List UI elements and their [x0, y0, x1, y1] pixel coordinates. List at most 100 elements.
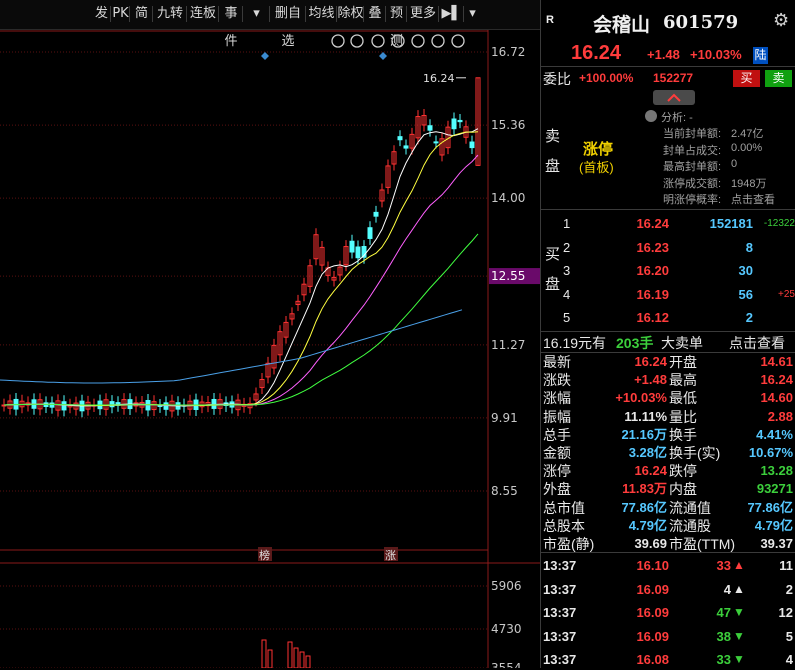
tb-dropdown[interactable]: ▾: [464, 0, 481, 28]
bid-level: 5: [563, 310, 571, 325]
limit-row-value: 0: [731, 158, 738, 170]
tb-jiuzhuan[interactable]: 九转: [153, 0, 187, 28]
tick-volume: 33: [716, 652, 731, 667]
candle-down: [433, 141, 439, 144]
tick-price: 16.09: [636, 605, 669, 620]
sell-side-label: 卖盘: [545, 128, 561, 175]
stat-value: 14.60: [760, 390, 793, 406]
tick-price: 16.10: [636, 558, 669, 573]
limit-row-value: 2.47亿: [731, 128, 764, 140]
bid-row[interactable]: 3 16.20 30: [541, 260, 795, 281]
stat-value: +1.48: [634, 372, 667, 388]
tb-delete-fav[interactable]: 删自选: [270, 0, 306, 49]
play-icon[interactable]: [371, 34, 385, 48]
price-tick-label: 14.00: [491, 191, 525, 205]
tb-overlay[interactable]: 叠: [364, 0, 386, 28]
stat-value: 93271: [756, 481, 793, 497]
volume-bar: [287, 641, 293, 668]
tb-more[interactable]: 更多: [407, 0, 439, 28]
bid-row[interactable]: 4 16.19 56 +25: [541, 284, 795, 305]
volume-bar: [293, 647, 299, 668]
bid-volume: 2: [745, 310, 753, 325]
quote-panel: R 会稽山 601579 ⚙ 16.24 +1.48 +10.03% 陆 委比 …: [540, 0, 795, 668]
stat-key: 市盈(静): [543, 536, 595, 552]
tick-price: 16.09: [636, 628, 669, 644]
bid-change: -12322: [763, 218, 795, 229]
eye-icon[interactable]: [331, 34, 345, 48]
stat-value: 14.61: [760, 354, 793, 369]
stat-value: 39.37: [760, 536, 793, 551]
bid-row[interactable]: 1 16.24 152181 -12322: [541, 213, 795, 234]
gear-icon[interactable]: ⚙: [773, 10, 789, 31]
plus-icon[interactable]: [431, 34, 445, 48]
stat-value: 11.83万: [622, 481, 667, 497]
bid-level: 3: [563, 263, 571, 278]
kline-chart[interactable]: 16.72 15.36 14.00 12.55 11.27 9.91 8.55 5906 473…: [0, 30, 540, 668]
ma-long-line: [0, 309, 463, 384]
stat-key: 跌停: [669, 463, 697, 480]
price-tick-label: 12.55: [491, 269, 525, 283]
stat-key: 振幅: [543, 408, 571, 425]
sell-button[interactable]: 卖: [765, 70, 792, 87]
arrow-down-icon: ▼: [733, 652, 745, 666]
stat-value: 13.28: [760, 463, 793, 479]
stat-value: 77.86亿: [621, 499, 667, 515]
candle-down: [457, 119, 463, 123]
candle-down: [469, 141, 475, 149]
tb-jian[interactable]: 简: [130, 0, 153, 28]
stat-value: 3.28亿: [628, 445, 667, 460]
stat-row: 涨幅 +10.03% 最低 14.60: [541, 389, 795, 407]
question-icon[interactable]: [350, 34, 364, 48]
limit-row-key: 当前封单额:: [663, 128, 722, 140]
arrow-down-icon: ▼: [733, 605, 745, 619]
volume-bar: [305, 655, 311, 668]
tick-time: 13:37: [543, 558, 577, 573]
stat-value: 39.69: [634, 536, 667, 551]
bid-volume: 30: [738, 263, 753, 278]
big-order-link[interactable]: 点击查看: [729, 333, 785, 353]
candle-down: [427, 125, 433, 131]
tick-count: 4: [785, 652, 793, 667]
buy-button[interactable]: 买: [733, 70, 760, 87]
tick-row: 13:37 16.09 38 ▼ 5: [541, 626, 795, 647]
stat-value: 4.79亿: [628, 517, 667, 533]
ma5-line: [3, 128, 479, 407]
tb-shijian[interactable]: 事件: [219, 0, 243, 49]
stat-row: 金额 3.28亿 换手(实) 10.67%: [541, 444, 795, 462]
ma40-line: [3, 233, 479, 406]
tb-pk[interactable]: PK: [111, 0, 130, 28]
stat-row: 涨停 16.24 跌停 13.28: [541, 462, 795, 480]
minus-icon[interactable]: [451, 34, 465, 48]
bid-level: 2: [563, 239, 571, 255]
stat-value: 16.24: [760, 372, 793, 388]
tick-volume: 4: [723, 581, 731, 597]
bid-row[interactable]: 5 16.12 2: [541, 307, 795, 328]
tb-forecast[interactable]: 预测: [386, 0, 407, 49]
candle-down: [451, 118, 457, 130]
bid-row[interactable]: 2 16.23 8: [541, 237, 795, 258]
tb-play[interactable]: ▶▌: [439, 0, 464, 28]
arrow-up-icon: ▲: [733, 581, 745, 596]
tb-lianban[interactable]: 连板: [187, 0, 219, 28]
undo-icon[interactable]: [391, 34, 405, 48]
stock-name: 会稽山: [593, 14, 651, 36]
tick-count: 11: [779, 558, 793, 573]
tb-ma[interactable]: 均线: [306, 0, 337, 28]
tb-fa[interactable]: 发: [92, 0, 111, 28]
stat-key: 内盘: [669, 481, 697, 498]
tick-time: 13:37: [543, 628, 577, 644]
tb-exright[interactable]: 除权: [337, 0, 364, 28]
last-price: 16.24: [571, 42, 622, 64]
limit-row-value[interactable]: 点击查看: [731, 191, 775, 207]
stat-key: 外盘: [543, 481, 571, 498]
kline-svg[interactable]: 16.72 15.36 14.00 12.55 11.27 9.91 8.55 5906 473…: [0, 30, 540, 668]
bid-price: 16.12: [636, 310, 669, 325]
collapse-icon[interactable]: [653, 90, 695, 105]
tb-shijian-dropdown[interactable]: ▾: [243, 0, 270, 28]
scissors-icon[interactable]: [411, 34, 425, 48]
stat-value: +10.03%: [615, 390, 667, 406]
volume-bar: [267, 649, 273, 668]
stat-row: 总市值 77.86亿 流通值 77.86亿: [541, 499, 795, 517]
tick-count: 2: [785, 581, 793, 597]
stat-key: 最高: [669, 372, 697, 389]
